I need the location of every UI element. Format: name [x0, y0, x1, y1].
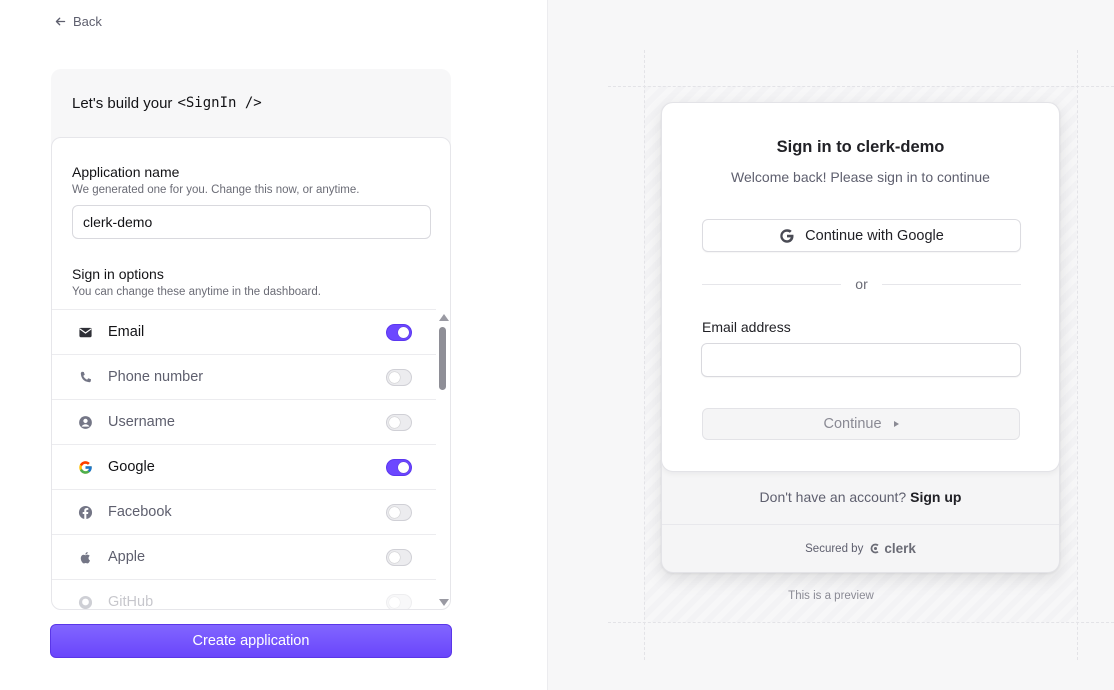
sign-in-options-subtitle: You can change these anytime in the dash… — [72, 286, 321, 298]
google-button-label: Continue with Google — [805, 227, 944, 244]
sign-in-options-header: Sign in options You can change these any… — [72, 266, 321, 298]
option-label: Username — [108, 414, 175, 430]
builder-heading: Let's build your <SignIn /> — [51, 69, 451, 137]
signup-prompt-text: Don't have an account? — [759, 489, 907, 505]
create-application-button[interactable]: Create application — [50, 624, 452, 658]
continue-button-label: Continue — [823, 416, 882, 432]
facebook-icon — [77, 504, 93, 520]
signup-link[interactable]: Sign up — [910, 489, 961, 505]
app-name-subtitle: We generated one for you. Change this no… — [72, 184, 360, 196]
builder-panel: Back Let's build your <SignIn /> Applica… — [0, 0, 547, 690]
app-name-title: Application name — [72, 164, 180, 180]
phone-toggle[interactable] — [386, 369, 412, 386]
option-label: Apple — [108, 549, 146, 565]
scroll-up-arrow-icon[interactable] — [439, 314, 449, 321]
back-label: Back — [73, 13, 102, 29]
option-row-phone: Phone number — [52, 355, 436, 400]
sign-in-options-list: Email Phone number Username Google Faceb… — [52, 309, 436, 610]
guide-line — [644, 50, 645, 660]
builder-card: Let's build your <SignIn /> Application … — [51, 69, 451, 610]
sign-in-card: Sign in to clerk-demo Welcome back! Plea… — [661, 102, 1060, 573]
apple-icon — [77, 549, 93, 565]
google-icon — [77, 459, 93, 475]
secured-by: Secured by clerk — [662, 541, 1059, 556]
preview-note: This is a preview — [788, 590, 874, 602]
clerk-brand: clerk — [884, 541, 916, 556]
option-label: GitHub — [108, 594, 154, 610]
signup-prompt: Don't have an account? Sign up — [662, 489, 1059, 505]
divider-line — [881, 283, 1022, 285]
app-name-input[interactable] — [72, 205, 431, 239]
option-label: Facebook — [108, 504, 172, 520]
clerk-logo-icon — [870, 543, 879, 554]
sign-in-options-title: Sign in options — [72, 266, 164, 282]
option-row-username: Username — [52, 400, 436, 445]
option-label: Google — [108, 459, 155, 475]
email-input[interactable] — [701, 343, 1021, 377]
caret-right-icon — [893, 421, 899, 427]
username-toggle[interactable] — [386, 414, 412, 431]
builder-heading-code: <SignIn /> — [177, 95, 262, 111]
option-row-google: Google — [52, 445, 436, 490]
option-row-apple: Apple — [52, 535, 436, 580]
email-toggle[interactable] — [386, 324, 412, 341]
github-icon — [77, 594, 93, 609]
mail-icon — [77, 324, 93, 340]
option-row-facebook: Facebook — [52, 490, 436, 535]
apple-toggle[interactable] — [386, 549, 412, 566]
secured-by-text: Secured by — [805, 542, 864, 555]
divider-text: or — [855, 276, 868, 292]
guide-line — [608, 86, 1114, 87]
footer-divider — [662, 524, 1059, 525]
scroll-down-arrow-icon[interactable] — [439, 599, 449, 606]
github-toggle[interactable] — [386, 594, 412, 609]
facebook-toggle[interactable] — [386, 504, 412, 521]
arrow-left-icon — [55, 17, 66, 25]
sign-in-title: Sign in to clerk-demo — [776, 138, 945, 156]
google-g-icon — [780, 228, 794, 243]
back-link[interactable]: Back — [54, 13, 102, 29]
guide-line — [608, 622, 1114, 623]
sign-in-card-main: Sign in to clerk-demo Welcome back! Plea… — [662, 103, 1059, 472]
options-scrollbar[interactable] — [437, 309, 450, 609]
email-label: Email address — [702, 319, 791, 335]
builder-body: Application name We generated one for yo… — [51, 137, 451, 610]
or-divider: or — [702, 274, 1022, 294]
google-toggle[interactable] — [386, 459, 412, 476]
phone-icon — [77, 369, 93, 385]
option-row-email: Email — [52, 310, 436, 355]
app-name-section: Application name We generated one for yo… — [72, 164, 432, 239]
option-label: Email — [108, 324, 145, 340]
continue-with-google-button[interactable]: Continue with Google — [702, 219, 1021, 252]
continue-button[interactable]: Continue — [702, 408, 1020, 440]
scroll-thumb[interactable] — [439, 327, 446, 390]
guide-line — [1077, 50, 1078, 660]
option-label: Phone number — [108, 369, 204, 385]
clerk-logo[interactable]: clerk — [869, 541, 916, 556]
user-circle-icon — [77, 414, 93, 430]
divider-line — [702, 283, 842, 285]
sign-in-subtitle: Welcome back! Please sign in to continue — [731, 169, 990, 185]
option-row-github: GitHub — [52, 580, 436, 610]
preview-panel: Sign in to clerk-demo Welcome back! Plea… — [547, 0, 1114, 690]
builder-heading-text: Let's build your — [72, 94, 173, 112]
